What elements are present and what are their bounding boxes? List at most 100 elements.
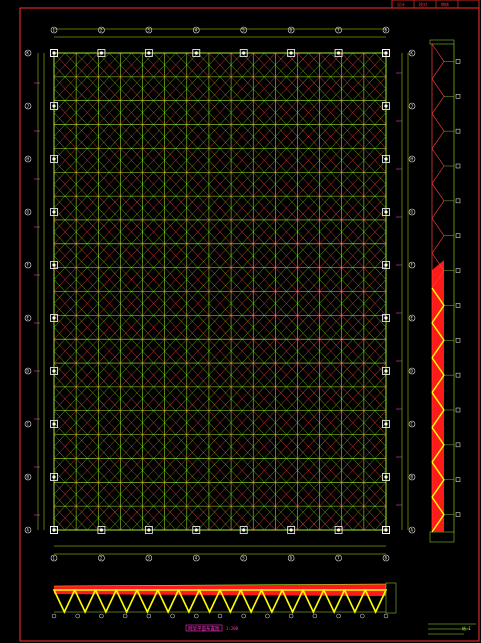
axis-bubble <box>241 613 246 619</box>
support-node-center <box>52 369 56 373</box>
axis-label: F <box>411 263 414 268</box>
axis-bubble <box>360 613 365 619</box>
truss-web <box>431 113 445 132</box>
truss-node-tag <box>455 477 461 482</box>
axis-bubble <box>170 613 175 619</box>
axis-label: J <box>27 104 29 109</box>
axis-bubble <box>75 613 80 619</box>
support-node-center <box>52 104 56 108</box>
support-node-center <box>242 528 246 532</box>
axis-bubble <box>383 613 389 619</box>
axis-label: 8 <box>385 28 388 33</box>
support-node-center <box>52 475 56 479</box>
truss-node-tag <box>455 59 461 64</box>
truss-web <box>431 78 445 97</box>
axis-label: C <box>27 422 30 427</box>
support-node-center <box>147 528 151 532</box>
truss-node-tag <box>455 372 461 378</box>
support-node-center <box>52 51 56 55</box>
axis-label: K <box>411 51 414 56</box>
title-cell-1: 设计 <box>397 1 405 7</box>
axis-label: 7 <box>337 556 340 561</box>
truss-web <box>431 200 445 219</box>
truss-node-tag <box>455 442 461 448</box>
support-node-center <box>52 528 56 532</box>
axis-bubble <box>146 613 152 619</box>
support-node-center <box>52 422 56 426</box>
axis-label: 4 <box>195 556 198 561</box>
axis-bubble <box>265 613 270 619</box>
axis-label: 1 <box>53 28 56 33</box>
truss-node-tag <box>455 233 461 238</box>
axis-label: A <box>411 528 414 533</box>
axis-bubble <box>99 613 104 619</box>
truss-web <box>431 183 445 202</box>
support-node-center <box>384 316 388 320</box>
truss-node-tag <box>455 163 461 169</box>
plan-caption: 网架平面布置图 1:200 <box>185 624 239 632</box>
axis-label: C <box>411 422 414 427</box>
axis-label: D <box>411 369 414 374</box>
axis-label: 8 <box>385 556 388 561</box>
support-node-center <box>384 422 388 426</box>
support-node-center <box>384 104 388 108</box>
support-node-center <box>52 210 56 214</box>
truss-end-cap <box>429 39 455 45</box>
side-elevation-truss <box>429 39 461 543</box>
axis-label: F <box>27 263 30 268</box>
support-node-center <box>384 263 388 267</box>
truss-web <box>431 130 445 149</box>
sheet-notes-block: 结-1 <box>428 623 476 635</box>
bottom-elevation-truss <box>51 582 397 619</box>
plan-caption-text: 网架平面布置图 <box>188 625 220 632</box>
axis-bubble <box>217 613 223 619</box>
support-node-center <box>384 157 388 161</box>
title-cell-3: 审核 <box>441 1 449 7</box>
axis-label: H <box>27 157 30 162</box>
axis-bubble <box>288 613 294 619</box>
axis-label: D <box>27 369 30 374</box>
axis-bubble <box>51 613 57 619</box>
sheet-number: 结-1 <box>462 625 471 631</box>
axis-label: 6 <box>290 28 293 33</box>
support-node-center <box>147 51 151 55</box>
support-node-center <box>99 528 104 532</box>
axis-label: 3 <box>147 28 150 33</box>
axis-label: G <box>27 210 30 215</box>
truss-web <box>431 61 445 80</box>
axis-label: B <box>411 475 414 480</box>
truss-node-tag <box>455 128 461 134</box>
support-node-center <box>52 263 56 267</box>
axis-bubble <box>312 613 318 619</box>
support-node-center <box>242 51 246 55</box>
truss-node-tag <box>455 338 461 343</box>
title-cell-2: 校对 <box>419 1 427 7</box>
axis-label: 5 <box>242 556 245 561</box>
axis-label: 2 <box>100 556 103 561</box>
truss-web <box>431 43 445 62</box>
support-node-center <box>384 369 388 373</box>
truss-node-tag <box>455 303 461 308</box>
title-block-header: 设计 校对 审核 <box>391 0 480 9</box>
support-node-center <box>289 528 293 532</box>
support-node-center <box>99 51 104 55</box>
axis-bubble <box>122 613 128 619</box>
axis-label: 6 <box>290 556 293 561</box>
truss-web <box>431 218 445 236</box>
truss-node-tag <box>455 268 461 273</box>
support-node-center <box>289 51 293 55</box>
cad-drawing-sheet: 设计 校对 审核 1 1 2 2 3 3 4 4 5 5 6 6 7 7 8 8 K K J J H H G G F F E E D D C… <box>19 0 480 642</box>
plan-scale-text: 1:200 <box>226 626 239 631</box>
support-node-center <box>384 51 388 55</box>
support-node-center <box>194 51 198 55</box>
axis-label: H <box>411 157 414 162</box>
axis-label: E <box>411 316 414 321</box>
axis-label: 5 <box>242 28 245 33</box>
space-frame-plan: 1 1 2 2 3 3 4 4 5 5 6 6 7 7 8 8 K K J J H H G G F F E E D D C C B B A A <box>24 26 416 562</box>
axis-bubble <box>194 613 199 619</box>
axis-label: 3 <box>147 556 150 561</box>
axis-label: 1 <box>53 556 56 561</box>
truss-node-tag <box>455 94 461 99</box>
truss-web <box>431 96 445 114</box>
axis-label: J <box>411 104 413 109</box>
